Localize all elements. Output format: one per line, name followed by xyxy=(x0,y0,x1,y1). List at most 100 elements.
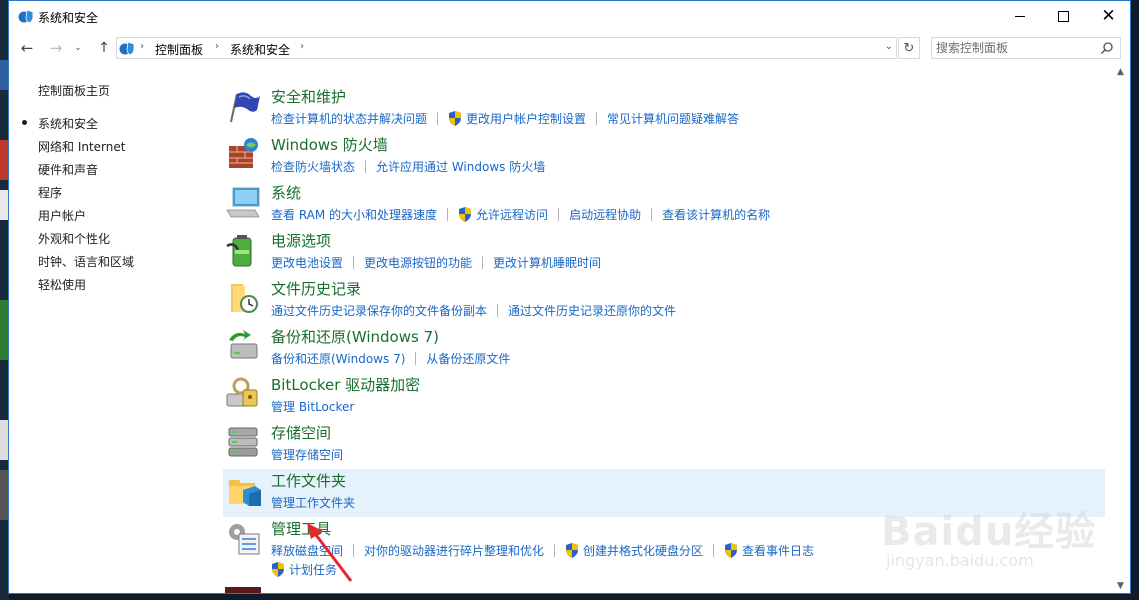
search-input[interactable] xyxy=(936,40,1096,56)
link-allow-app[interactable]: 允许应用通过 Windows 防火墙 xyxy=(376,158,545,175)
control-panel-app-icon xyxy=(18,9,34,24)
link-separator xyxy=(713,544,715,557)
link-separator xyxy=(554,544,556,557)
category-links: 管理 BitLocker xyxy=(271,398,354,415)
nav-item-appearance[interactable]: 外观和个性化 xyxy=(38,230,110,247)
refresh-icon: ↻ xyxy=(903,40,915,56)
title-bar: 系统和安全 ✕ xyxy=(9,1,1130,32)
category-power-options: 电源选项 更改电池设置 更改电源按钮的功能 更改计算机睡眠时间 xyxy=(223,229,1105,277)
uac-shield-icon xyxy=(449,111,462,126)
category-title[interactable]: BitLocker 驱动器加密 xyxy=(271,374,420,395)
up-button[interactable]: ↑ xyxy=(93,37,115,59)
link-battery-settings[interactable]: 更改电池设置 xyxy=(271,254,343,271)
close-icon: ✕ xyxy=(1101,6,1116,26)
link-view-ram-cpu[interactable]: 查看 RAM 的大小和处理器速度 xyxy=(271,206,437,223)
link-power-button[interactable]: 更改电源按钮的功能 xyxy=(364,254,472,271)
category-title[interactable]: Windows 防火墙 xyxy=(271,134,388,155)
minimize-button[interactable] xyxy=(997,1,1042,32)
category-links: 检查计算机的状态并解决问题 更改用户帐户控制设置 常见计算机问题疑难解答 xyxy=(271,110,739,127)
bitlocker-icon xyxy=(226,377,258,407)
category-links: 通过文件历史记录保存你的文件备份副本 通过文件历史记录还原你的文件 xyxy=(271,302,676,319)
breadcrumb-separator-icon[interactable]: › xyxy=(140,41,144,52)
address-bar[interactable]: › 控制面板 › 系统和安全 › ⌄ xyxy=(116,37,897,59)
search-icon[interactable] xyxy=(1100,41,1114,55)
search-box[interactable] xyxy=(931,37,1121,59)
link-uac-settings[interactable]: 更改用户帐户控制设置 xyxy=(466,110,586,127)
uac-shield-icon xyxy=(725,543,738,558)
link-manage-storage[interactable]: 管理存储空间 xyxy=(271,446,343,463)
category-title[interactable]: 电源选项 xyxy=(271,230,331,251)
link-separator xyxy=(596,112,598,125)
recent-locations-button[interactable]: ⌄ xyxy=(67,37,89,59)
maximize-button[interactable] xyxy=(1041,1,1086,32)
flag-icon xyxy=(230,92,260,123)
firewall-icon xyxy=(229,138,258,168)
category-links: 查看 RAM 的大小和处理器速度 允许远程访问 启动远程协助 查看该计算机的名称 xyxy=(271,206,770,223)
control-panel-icon xyxy=(119,41,135,56)
category-title[interactable]: 系统 xyxy=(271,182,301,203)
control-panel-window: 系统和安全 ✕ ← → ⌄ ↑ › 控制面板 › 系统和安全 › ⌄ ↻ 搜索控… xyxy=(8,0,1131,594)
link-sleep-time[interactable]: 更改计算机睡眠时间 xyxy=(493,254,601,271)
category-backup-restore: 备份和还原(Windows 7) 备份和还原(Windows 7) 从备份还原文… xyxy=(223,325,1105,373)
file-history-icon xyxy=(231,284,258,313)
link-remote-assistance[interactable]: 启动远程协助 xyxy=(569,206,641,223)
forward-button[interactable]: → xyxy=(45,37,67,59)
selected-bullet-icon xyxy=(22,120,27,125)
arrow-right-icon: → xyxy=(49,39,63,57)
nav-control-panel-home[interactable]: 控制面板主页 xyxy=(38,82,110,99)
nav-item-user-accounts[interactable]: 用户帐户 xyxy=(38,207,86,224)
link-restore-files[interactable]: 通过文件历史记录还原你的文件 xyxy=(508,302,676,319)
link-allow-remote-access[interactable]: 允许远程访问 xyxy=(476,206,548,223)
scroll-up-icon[interactable]: ▲ xyxy=(1117,67,1124,77)
battery-icon xyxy=(226,235,252,267)
link-troubleshoot[interactable]: 常见计算机问题疑难解答 xyxy=(607,110,739,127)
category-links: 备份和还原(Windows 7) 从备份还原文件 xyxy=(271,350,510,367)
partial-category-icon xyxy=(225,587,261,593)
link-firewall-status[interactable]: 检查防火墙状态 xyxy=(271,158,355,175)
nav-item-clock-language-region[interactable]: 时钟、语言和区域 xyxy=(38,253,134,270)
category-title[interactable]: 安全和维护 xyxy=(271,86,346,107)
nav-item-programs[interactable]: 程序 xyxy=(38,184,62,201)
address-dropdown-icon[interactable]: ⌄ xyxy=(885,41,893,52)
link-separator xyxy=(497,304,499,317)
link-separator xyxy=(482,256,484,269)
back-button[interactable]: ← xyxy=(16,37,38,59)
breadcrumb-separator-icon[interactable]: › xyxy=(215,41,219,52)
link-manage-bitlocker[interactable]: 管理 BitLocker xyxy=(271,398,354,415)
category-title[interactable]: 文件历史记录 xyxy=(271,278,361,299)
category-title[interactable]: 存储空间 xyxy=(271,422,331,443)
link-separator xyxy=(558,208,560,221)
category-links: 检查防火墙状态 允许应用通过 Windows 防火墙 xyxy=(271,158,545,175)
nav-item-ease-of-access[interactable]: 轻松使用 xyxy=(38,276,86,293)
backup-icon xyxy=(229,330,258,359)
category-title[interactable]: 工作文件夹 xyxy=(271,470,346,491)
link-check-status[interactable]: 检查计算机的状态并解决问题 xyxy=(271,110,427,127)
breadcrumb-system-security[interactable]: 系统和安全 xyxy=(230,41,290,58)
window-title: 系统和安全 xyxy=(38,11,99,25)
category-title[interactable]: 备份和还原(Windows 7) xyxy=(271,326,439,347)
link-create-format-partitions[interactable]: 创建并格式化硬盘分区 xyxy=(583,542,703,559)
arrow-left-icon: ← xyxy=(20,39,34,57)
nav-item-network-internet[interactable]: 网络和 Internet xyxy=(38,138,125,155)
category-system: 系统 查看 RAM 的大小和处理器速度 允许远程访问 启动远程协助 查看该计算机… xyxy=(223,181,1105,229)
link-restore-from-backup[interactable]: 从备份还原文件 xyxy=(426,350,510,367)
breadcrumb-separator-icon[interactable]: › xyxy=(300,41,304,52)
link-save-backup-copies[interactable]: 通过文件历史记录保存你的文件备份副本 xyxy=(271,302,487,319)
link-computer-name[interactable]: 查看该计算机的名称 xyxy=(662,206,770,223)
nav-item-hardware-sound[interactable]: 硬件和声音 xyxy=(38,161,98,178)
category-links: 管理存储空间 xyxy=(271,446,343,463)
nav-item-system-security[interactable]: 系统和安全 xyxy=(38,115,98,132)
link-backup-restore-win7[interactable]: 备份和还原(Windows 7) xyxy=(271,350,405,367)
vertical-scrollbar[interactable]: ▲ ▼ xyxy=(1113,64,1130,593)
link-manage-work-folders[interactable]: 管理工作文件夹 xyxy=(271,494,355,511)
refresh-button[interactable]: ↻ xyxy=(898,37,920,59)
uac-shield-icon xyxy=(566,543,579,558)
minimize-icon xyxy=(1014,16,1025,17)
breadcrumb-control-panel[interactable]: 控制面板 xyxy=(155,41,203,58)
close-button[interactable]: ✕ xyxy=(1086,1,1130,32)
link-defragment[interactable]: 对你的驱动器进行碎片整理和优化 xyxy=(364,542,544,559)
link-separator xyxy=(437,112,439,125)
scroll-down-icon[interactable]: ▼ xyxy=(1117,581,1124,591)
category-firewall: Windows 防火墙 检查防火墙状态 允许应用通过 Windows 防火墙 xyxy=(223,133,1105,181)
link-view-event-logs[interactable]: 查看事件日志 xyxy=(742,542,814,559)
